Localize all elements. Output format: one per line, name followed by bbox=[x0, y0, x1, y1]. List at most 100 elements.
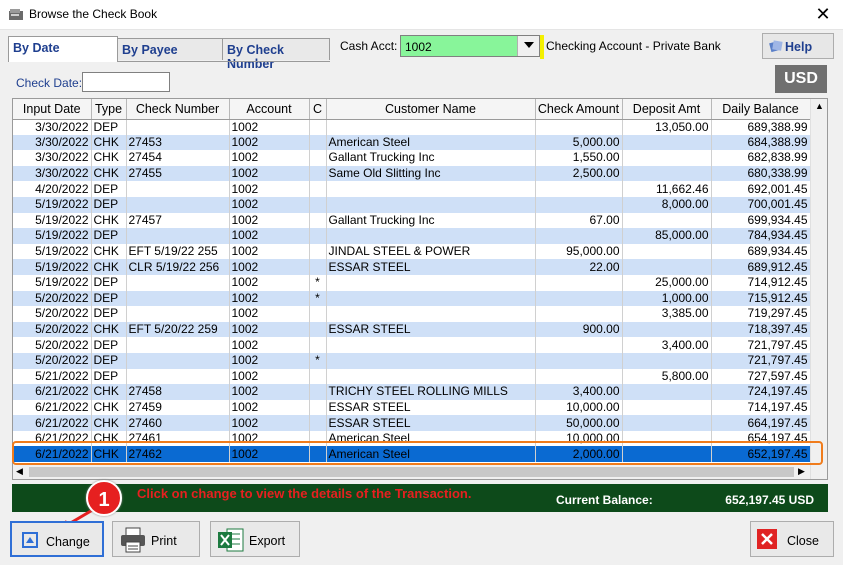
table-row[interactable]: 5/20/2022 DEP 1002 3,385.00 719,297.45 bbox=[13, 306, 811, 322]
table-cell: 1002 bbox=[229, 212, 310, 229]
table-cell bbox=[535, 228, 623, 244]
table-cell bbox=[309, 430, 327, 447]
table-cell: 8,000.00 bbox=[622, 196, 712, 213]
table-cell bbox=[622, 259, 712, 275]
scroll-thumb[interactable] bbox=[29, 467, 794, 477]
table-cell: 1002 bbox=[229, 243, 310, 260]
chevron-down-icon[interactable] bbox=[517, 36, 539, 56]
table-cell: ESSAR STEEL bbox=[326, 415, 536, 431]
table-cell: Gallant Trucking Inc bbox=[326, 150, 536, 166]
table-cell bbox=[622, 399, 712, 416]
table-cell: Gallant Trucking Inc bbox=[326, 212, 536, 229]
table-cell bbox=[126, 368, 230, 385]
table-cell bbox=[535, 181, 623, 197]
vertical-scrollbar[interactable]: ▲ bbox=[810, 99, 827, 479]
table-cell: 3/30/2022 bbox=[13, 134, 92, 151]
table-cell bbox=[326, 228, 536, 244]
help-button[interactable]: Help bbox=[762, 33, 834, 59]
table-cell: 6/21/2022 bbox=[13, 415, 92, 431]
table-cell bbox=[535, 290, 623, 307]
column-header[interactable]: Deposit Amt bbox=[622, 99, 712, 120]
table-row[interactable]: 6/21/2022 CHK 27460 1002 ESSAR STEEL 50,000.… bbox=[13, 415, 811, 431]
change-label: Change bbox=[46, 535, 90, 549]
table-cell: 721,797.45 bbox=[711, 337, 811, 353]
column-header[interactable]: Account bbox=[229, 99, 310, 120]
change-button[interactable]: Change bbox=[10, 521, 104, 557]
table-cell bbox=[309, 446, 327, 463]
table-cell: 10,000.00 bbox=[535, 430, 623, 447]
table-cell: 1002 bbox=[229, 274, 310, 291]
check-book-grid[interactable]: Input Date Type Check Number Account C Custom… bbox=[12, 98, 828, 480]
scroll-up-icon[interactable]: ▲ bbox=[811, 101, 827, 111]
scroll-right-icon[interactable]: ▶ bbox=[798, 466, 805, 477]
table-cell bbox=[126, 352, 230, 369]
table-row[interactable]: 6/21/2022 CHK 27459 1002 ESSAR STEEL 10,000.… bbox=[13, 399, 811, 416]
table-row[interactable]: 5/20/2022 DEP 1002 * 721,797.45 bbox=[13, 352, 811, 369]
current-balance-label: Current Balance: bbox=[556, 493, 653, 507]
tab-by-payee[interactable]: By Payee bbox=[117, 38, 223, 60]
table-row[interactable]: 6/21/2022 CHK 27458 1002 TRICHY STEEL ROLLIN… bbox=[13, 384, 811, 400]
table-cell: * bbox=[309, 274, 327, 291]
table-row[interactable]: 5/20/2022 CHK EFT 5/20/22 259 1002 ESSAR ST… bbox=[13, 321, 811, 338]
table-cell: 680,338.99 bbox=[711, 165, 811, 182]
table-cell: 13,050.00 bbox=[622, 119, 712, 135]
table-row[interactable]: 5/19/2022 DEP 1002 * 25,000.00 714,912.45 bbox=[13, 274, 811, 291]
table-cell bbox=[309, 196, 327, 213]
table-cell: CHK bbox=[91, 150, 127, 166]
table-row[interactable]: 5/20/2022 DEP 1002 * 1,000.00 715,912.45 bbox=[13, 290, 811, 307]
table-row[interactable]: 5/19/2022 CHK EFT 5/19/22 255 1002 JINDAL ST… bbox=[13, 243, 811, 260]
export-button[interactable]: Export bbox=[210, 521, 300, 557]
horizontal-scrollbar[interactable]: ◀ ▶ bbox=[13, 463, 810, 479]
current-balance-value: 652,197.45 USD bbox=[725, 493, 814, 507]
table-row[interactable]: 4/20/2022 DEP 1002 11,662.46 692,001.45 bbox=[13, 181, 811, 197]
table-row[interactable]: 5/20/2022 DEP 1002 3,400.00 721,797.45 bbox=[13, 337, 811, 353]
table-cell: 715,912.45 bbox=[711, 290, 811, 307]
table-cell: 654,197.45 bbox=[711, 430, 811, 447]
table-cell: 652,197.45 bbox=[711, 446, 811, 463]
tab-by-check-number[interactable]: By Check Number bbox=[222, 38, 330, 71]
table-cell: 1002 bbox=[229, 181, 310, 197]
table-cell bbox=[309, 415, 327, 431]
column-header[interactable]: Type bbox=[91, 99, 127, 120]
tab-by-date[interactable]: By Date bbox=[8, 36, 118, 62]
table-cell: CHK bbox=[91, 430, 127, 447]
column-header[interactable]: C bbox=[309, 99, 327, 120]
column-header[interactable]: Input Date bbox=[13, 99, 92, 120]
table-row[interactable]: 3/30/2022 CHK 27454 1002 Gallant Trucking In… bbox=[13, 150, 811, 166]
close-button[interactable]: Close bbox=[750, 521, 834, 557]
print-button[interactable]: Print bbox=[112, 521, 200, 557]
table-cell: 3/30/2022 bbox=[13, 150, 92, 166]
table-cell bbox=[622, 446, 712, 463]
column-header[interactable]: Daily Balance bbox=[711, 99, 811, 120]
export-label: Export bbox=[249, 534, 286, 548]
table-row[interactable]: 5/19/2022 DEP 1002 8,000.00 700,001.45 bbox=[13, 196, 811, 213]
table-cell: 6/21/2022 bbox=[13, 430, 92, 447]
column-header[interactable]: Check Amount bbox=[535, 99, 623, 120]
table-cell: CHK bbox=[91, 165, 127, 182]
column-header[interactable]: Check Number bbox=[126, 99, 230, 120]
table-cell: 724,197.45 bbox=[711, 384, 811, 400]
table-cell bbox=[126, 181, 230, 197]
check-date-input[interactable] bbox=[82, 72, 170, 92]
table-cell: 5/19/2022 bbox=[13, 243, 92, 260]
table-row[interactable]: 3/30/2022 CHK 27455 1002 Same Old Slitting I… bbox=[13, 165, 811, 182]
table-cell: 718,397.45 bbox=[711, 321, 811, 338]
table-cell bbox=[326, 119, 536, 135]
table-row[interactable]: 5/19/2022 CHK CLR 5/19/22 256 1002 ESSAR ST… bbox=[13, 259, 811, 275]
table-row[interactable]: 3/30/2022 DEP 1002 13,050.00 689,388.99 bbox=[13, 119, 811, 135]
table-row[interactable]: 5/21/2022 DEP 1002 5,800.00 727,597.45 bbox=[13, 368, 811, 385]
table-row[interactable]: 6/21/2022 CHK 27461 1002 American Steel 10,00… bbox=[13, 430, 811, 447]
window-close-button[interactable]: ✕ bbox=[813, 4, 833, 25]
table-row[interactable]: 3/30/2022 CHK 27453 1002 American Steel 5,000… bbox=[13, 134, 811, 151]
table-cell: CHK bbox=[91, 243, 127, 260]
table-row[interactable]: 5/19/2022 DEP 1002 85,000.00 784,934.45 bbox=[13, 228, 811, 244]
table-row[interactable]: 6/21/2022 CHK 27462 1002 American Steel 2,000… bbox=[13, 446, 811, 463]
table-cell: 1002 bbox=[229, 352, 310, 369]
scroll-left-icon[interactable]: ◀ bbox=[16, 466, 23, 477]
cash-acct-label: Cash Acct: bbox=[340, 39, 398, 53]
column-header[interactable]: Customer Name bbox=[326, 99, 536, 120]
cash-acct-select[interactable]: 1002 bbox=[400, 35, 540, 57]
table-cell: ESSAR STEEL bbox=[326, 399, 536, 416]
table-cell: 784,934.45 bbox=[711, 228, 811, 244]
table-row[interactable]: 5/19/2022 CHK 27457 1002 Gallant Trucking In… bbox=[13, 212, 811, 229]
